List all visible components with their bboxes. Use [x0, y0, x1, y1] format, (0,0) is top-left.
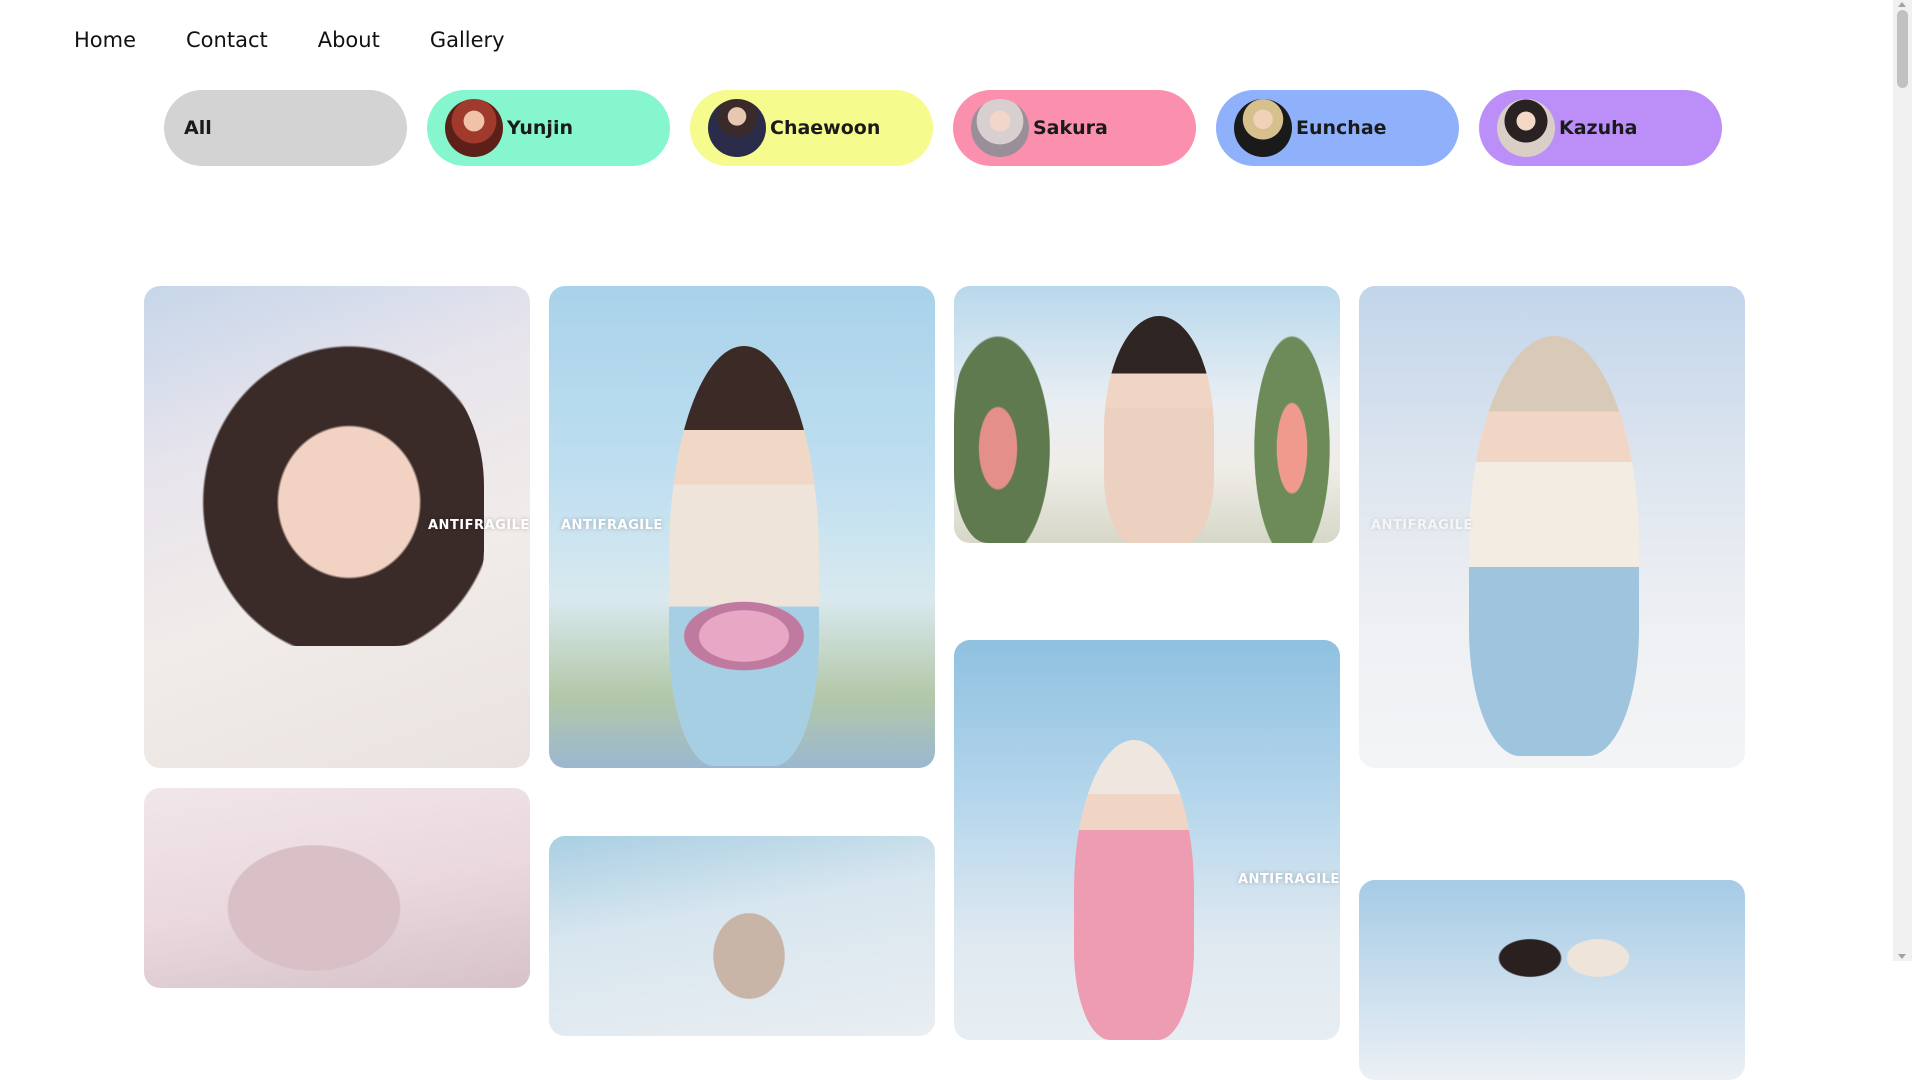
- filter-all-label: All: [184, 117, 212, 139]
- filter-chaewoon-button[interactable]: Chaewoon: [690, 90, 933, 166]
- sakura-avatar: [971, 99, 1029, 157]
- nav-home-link[interactable]: Home: [74, 28, 136, 52]
- filter-all-button[interactable]: All: [164, 90, 407, 166]
- group-figures: [1479, 910, 1649, 1030]
- filter-chaewoon-label: Chaewoon: [770, 117, 881, 139]
- flowers-left: [954, 306, 1064, 543]
- nav-contact-link[interactable]: Contact: [186, 28, 268, 52]
- page-scrollbar[interactable]: [1893, 0, 1912, 961]
- flowers-right: [1244, 306, 1340, 543]
- portrait-figure: [184, 326, 484, 646]
- gallery-photo[interactable]: [144, 788, 530, 988]
- gallery-photo[interactable]: [549, 836, 935, 1036]
- portrait-figure: [1074, 740, 1194, 1040]
- flower-bouquet: [674, 596, 814, 676]
- scroll-down-icon[interactable]: [1898, 954, 1906, 959]
- filter-sakura-label: Sakura: [1033, 117, 1108, 139]
- gallery-photo[interactable]: ANTIFRAGILE: [1359, 286, 1745, 768]
- gallery-photo[interactable]: [954, 286, 1340, 543]
- gallery-photo[interactable]: ANTIFRAGILE: [954, 640, 1340, 1040]
- member-filter-bar: All Yunjin Chaewoon Sakura Eunchae Kazuh…: [164, 90, 1722, 166]
- filter-sakura-button[interactable]: Sakura: [953, 90, 1196, 166]
- filter-kazuha-label: Kazuha: [1559, 117, 1638, 139]
- antifragile-watermark: ANTIFRAGILE: [1371, 518, 1473, 533]
- nav-about-link[interactable]: About: [318, 28, 380, 52]
- portrait-figure: [699, 896, 799, 1016]
- filter-eunchae-button[interactable]: Eunchae: [1216, 90, 1459, 166]
- portrait-figure: [1104, 316, 1214, 543]
- eunchae-avatar: [1234, 99, 1292, 157]
- gallery-photo[interactable]: ANTIFRAGILE: [144, 286, 530, 768]
- yunjin-avatar: [445, 99, 503, 157]
- scrollbar-thumb[interactable]: [1897, 10, 1908, 88]
- antifragile-watermark: ANTIFRAGILE: [1238, 872, 1340, 887]
- fur-figure: [204, 828, 424, 988]
- photo-gallery: ANTIFRAGILE ANTIFRAGILE ANTIFRAGILE ANTI…: [144, 286, 1745, 1080]
- antifragile-watermark: ANTIFRAGILE: [561, 518, 663, 533]
- gallery-photo[interactable]: ANTIFRAGILE: [549, 286, 935, 768]
- scroll-up-icon[interactable]: [1898, 2, 1906, 7]
- portrait-figure: [1469, 336, 1639, 756]
- antifragile-watermark: ANTIFRAGILE: [428, 518, 530, 533]
- gallery-photo[interactable]: [1359, 880, 1745, 1080]
- chaewoon-avatar: [708, 99, 766, 157]
- filter-yunjin-label: Yunjin: [507, 117, 573, 139]
- portrait-figure: [669, 346, 819, 766]
- filter-yunjin-button[interactable]: Yunjin: [427, 90, 670, 166]
- main-nav: Home Contact About Gallery: [74, 28, 505, 52]
- filter-eunchae-label: Eunchae: [1296, 117, 1387, 139]
- kazuha-avatar: [1497, 99, 1555, 157]
- filter-kazuha-button[interactable]: Kazuha: [1479, 90, 1722, 166]
- nav-gallery-link[interactable]: Gallery: [430, 28, 505, 52]
